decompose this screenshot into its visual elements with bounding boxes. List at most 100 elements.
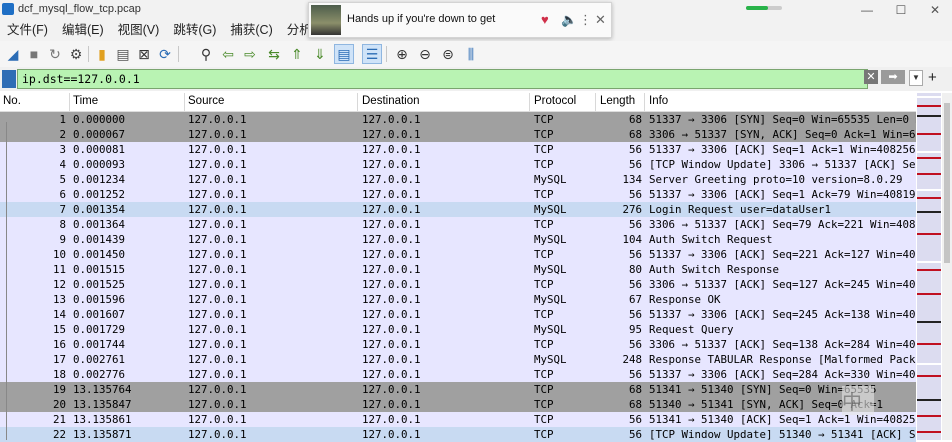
packet-row[interactable]: 16 0.001744 127.0.0.1 127.0.0.1 TCP 56 3306 → … bbox=[0, 337, 916, 352]
packet-length-cell: 56 bbox=[628, 338, 642, 351]
save-file-icon[interactable]: ▤ bbox=[113, 44, 133, 64]
packet-no-cell: 4 bbox=[59, 158, 66, 171]
menu-view[interactable]: 视图(V) bbox=[111, 20, 167, 41]
packet-row[interactable]: 17 0.002761 127.0.0.1 127.0.0.1 MySQL 248 Resp… bbox=[0, 352, 916, 367]
packet-row[interactable]: 10 0.001450 127.0.0.1 127.0.0.1 TCP 56 51337 →… bbox=[0, 247, 916, 262]
last-packet-icon[interactable]: ⇓ bbox=[310, 44, 330, 64]
packet-source-cell: 127.0.0.1 bbox=[188, 248, 247, 261]
stop-capture-icon[interactable]: ■ bbox=[24, 44, 44, 64]
packet-row[interactable]: 15 0.001729 127.0.0.1 127.0.0.1 MySQL 95 Reque… bbox=[0, 322, 916, 337]
packet-row[interactable]: 19 13.135764 127.0.0.1 127.0.0.1 TCP 68 51341 … bbox=[0, 382, 916, 397]
packet-info-cell: 51337 → 3306 [SYN] Seq=0 Win=65535 Len=0… bbox=[649, 113, 916, 126]
menu-capture[interactable]: 捕获(C) bbox=[223, 20, 279, 41]
menu-file[interactable]: 文件(F) bbox=[0, 20, 55, 41]
packet-list[interactable]: 1 0.000000 127.0.0.1 127.0.0.1 TCP 68 51337 → … bbox=[0, 112, 916, 442]
column-destination[interactable]: Destination bbox=[362, 95, 420, 107]
restart-capture-icon[interactable]: ↻ bbox=[45, 44, 65, 64]
first-packet-icon[interactable]: ⇑ bbox=[287, 44, 307, 64]
column-length[interactable]: Length bbox=[600, 95, 635, 107]
packet-row[interactable]: 2 0.000067 127.0.0.1 127.0.0.1 TCP 68 3306 → 5… bbox=[0, 127, 916, 142]
packet-no-cell: 8 bbox=[59, 218, 66, 231]
minimap-mark bbox=[917, 269, 941, 271]
add-filter-button-icon[interactable]: + bbox=[928, 69, 937, 86]
minimap-mark bbox=[917, 96, 941, 98]
minimize-button[interactable]: — bbox=[850, 0, 884, 20]
packet-destination-cell: 127.0.0.1 bbox=[362, 413, 421, 426]
packet-destination-cell: 127.0.0.1 bbox=[362, 158, 421, 171]
normal-size-icon[interactable]: ⊜ bbox=[438, 44, 458, 64]
packet-row[interactable]: 8 0.001364 127.0.0.1 127.0.0.1 TCP 56 3306 → 5… bbox=[0, 217, 916, 232]
zoom-in-icon[interactable]: ⊕ bbox=[392, 44, 412, 64]
start-capture-fin-icon[interactable]: ◢ bbox=[3, 44, 23, 64]
packet-protocol-cell: TCP bbox=[534, 278, 554, 291]
go-back-icon[interactable]: ⇦ bbox=[218, 44, 238, 64]
column-divider[interactable] bbox=[357, 93, 358, 111]
column-divider[interactable] bbox=[529, 93, 530, 111]
packet-row[interactable]: 21 13.135861 127.0.0.1 127.0.0.1 TCP 56 51341 … bbox=[0, 412, 916, 427]
packet-row[interactable]: 18 0.002776 127.0.0.1 127.0.0.1 TCP 56 51337 →… bbox=[0, 367, 916, 382]
close-file-icon[interactable]: ⊠ bbox=[134, 44, 154, 64]
packet-no-cell: 16 bbox=[52, 338, 66, 351]
display-filter-input[interactable]: ip.dst==127.0.0.1 bbox=[17, 69, 868, 89]
packet-source-cell: 127.0.0.1 bbox=[188, 383, 247, 396]
column-divider[interactable] bbox=[595, 93, 596, 111]
scrollbar-thumb[interactable] bbox=[944, 103, 950, 263]
close-icon[interactable]: ✕ bbox=[595, 12, 606, 28]
packet-row[interactable]: 9 0.001439 127.0.0.1 127.0.0.1 MySQL 104 Auth … bbox=[0, 232, 916, 247]
column-divider[interactable] bbox=[644, 93, 645, 111]
apply-filter-icon[interactable]: ➡ bbox=[881, 70, 905, 84]
packet-row[interactable]: 1 0.000000 127.0.0.1 127.0.0.1 TCP 68 51337 → … bbox=[0, 112, 916, 127]
autoscroll-icon[interactable]: ▤ bbox=[334, 44, 354, 64]
colorize-icon[interactable]: ☰ bbox=[362, 44, 382, 64]
minimap-mark bbox=[917, 293, 941, 295]
packet-row[interactable]: 7 0.001354 127.0.0.1 127.0.0.1 MySQL 276 Login… bbox=[0, 202, 916, 217]
close-button[interactable]: ✕ bbox=[918, 0, 952, 20]
packet-row[interactable]: 14 0.001607 127.0.0.1 127.0.0.1 TCP 56 51337 →… bbox=[0, 307, 916, 322]
packet-source-cell: 127.0.0.1 bbox=[188, 278, 247, 291]
column-protocol[interactable]: Protocol bbox=[534, 95, 576, 107]
volume-icon[interactable]: 🔈 bbox=[561, 12, 577, 28]
packet-row[interactable]: 3 0.000081 127.0.0.1 127.0.0.1 TCP 56 51337 → … bbox=[0, 142, 916, 157]
packet-length-cell: 56 bbox=[628, 308, 642, 321]
find-packet-icon[interactable]: ⚲ bbox=[196, 44, 216, 64]
reload-file-icon[interactable]: ⟳ bbox=[155, 44, 175, 64]
column-time[interactable]: Time bbox=[73, 95, 98, 107]
go-to-packet-icon[interactable]: ⇆ bbox=[264, 44, 284, 64]
menu-edit[interactable]: 编辑(E) bbox=[55, 20, 111, 41]
packet-row[interactable]: 12 0.001525 127.0.0.1 127.0.0.1 TCP 56 3306 → … bbox=[0, 277, 916, 292]
toolbar-separator bbox=[386, 46, 387, 62]
more-icon[interactable]: ⋮ bbox=[579, 12, 592, 28]
packet-info-cell: 3306 → 51337 [SYN, ACK] Seq=0 Ack=1 Win=… bbox=[649, 128, 916, 141]
packet-row[interactable]: 5 0.001234 127.0.0.1 127.0.0.1 MySQL 134 Serve… bbox=[0, 172, 916, 187]
packet-row[interactable]: 20 13.135847 127.0.0.1 127.0.0.1 TCP 68 51340 … bbox=[0, 397, 916, 412]
zoom-out-icon[interactable]: ⊖ bbox=[415, 44, 435, 64]
packet-row[interactable]: 11 0.001515 127.0.0.1 127.0.0.1 MySQL 80 Auth … bbox=[0, 262, 916, 277]
filter-history-dropdown-icon[interactable]: ▼ bbox=[909, 70, 923, 86]
packet-time-cell: 0.001525 bbox=[73, 278, 126, 291]
go-forward-icon[interactable]: ⇨ bbox=[240, 44, 260, 64]
packet-row[interactable]: 4 0.000093 127.0.0.1 127.0.0.1 TCP 56 [TCP Win… bbox=[0, 157, 916, 172]
clear-filter-icon[interactable]: ✕ bbox=[864, 70, 878, 84]
packet-row[interactable]: 13 0.001596 127.0.0.1 127.0.0.1 MySQL 67 Respo… bbox=[0, 292, 916, 307]
packet-no-cell: 13 bbox=[52, 293, 66, 306]
column-info[interactable]: Info bbox=[649, 95, 668, 107]
packet-destination-cell: 127.0.0.1 bbox=[362, 263, 421, 276]
resize-columns-icon[interactable]: ⫼ bbox=[461, 44, 481, 64]
menu-go[interactable]: 跳转(G) bbox=[166, 20, 223, 41]
capture-options-icon[interactable]: ⚙ bbox=[66, 44, 86, 64]
heart-icon[interactable]: ♥ bbox=[541, 12, 549, 27]
minimap-mark bbox=[917, 173, 941, 175]
maximize-button[interactable]: ☐ bbox=[884, 0, 918, 20]
vertical-scrollbar[interactable] bbox=[942, 93, 952, 440]
packet-row[interactable]: 6 0.001252 127.0.0.1 127.0.0.1 TCP 56 51337 → … bbox=[0, 187, 916, 202]
media-notification[interactable]: Hands up if you're down to get down toni… bbox=[308, 2, 612, 38]
column-divider[interactable] bbox=[69, 93, 70, 111]
open-file-icon[interactable]: ▮ bbox=[92, 44, 112, 64]
packet-length-cell: 56 bbox=[628, 143, 642, 156]
column-source[interactable]: Source bbox=[188, 95, 224, 107]
bookmark-icon[interactable] bbox=[2, 70, 16, 88]
packet-no-cell: 6 bbox=[59, 188, 66, 201]
column-divider[interactable] bbox=[184, 93, 185, 111]
packet-protocol-cell: TCP bbox=[534, 413, 554, 426]
column-no[interactable]: No. bbox=[3, 95, 21, 107]
